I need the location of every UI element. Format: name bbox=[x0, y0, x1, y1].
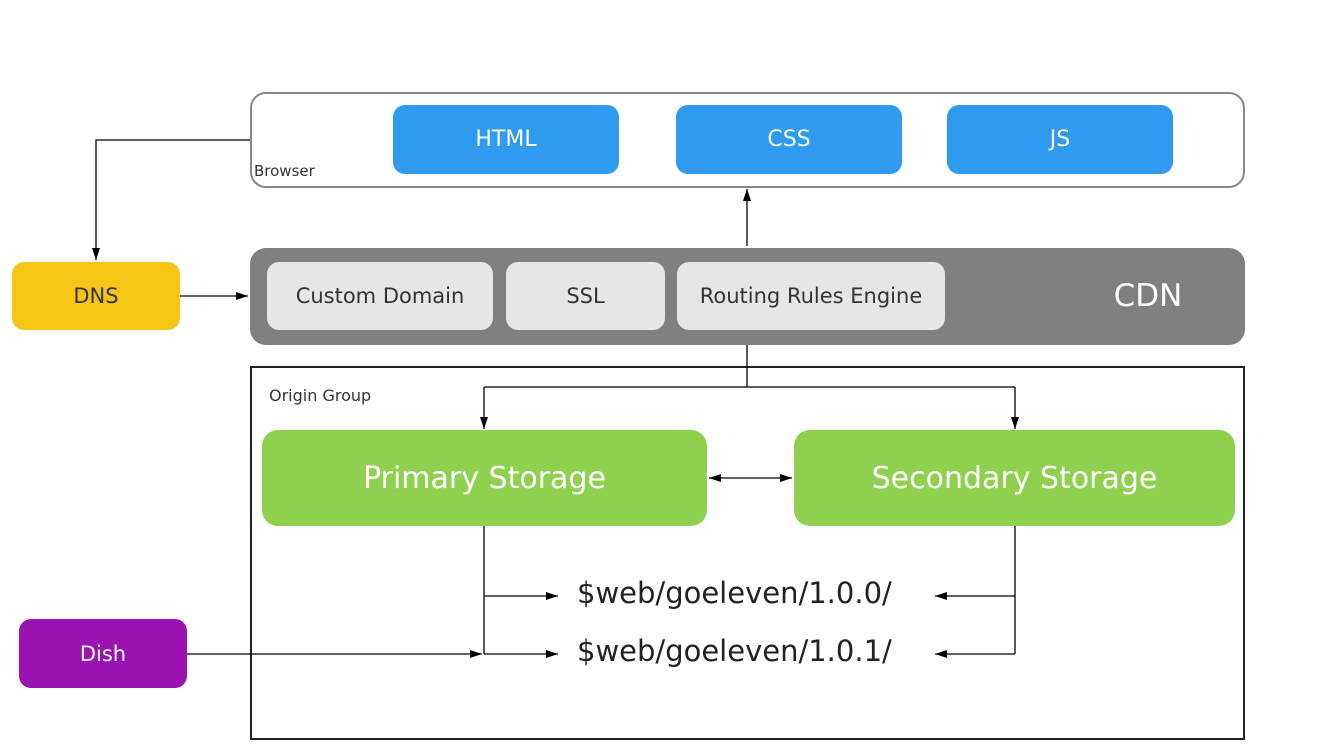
cdn-to-origin-line bbox=[484, 345, 1015, 388]
browser-to-dns-arrow bbox=[92, 139, 250, 260]
connectors bbox=[92, 139, 1019, 658]
diagram: Browser HTML CSS JS Custom Domain SSL Ro… bbox=[0, 0, 1325, 754]
